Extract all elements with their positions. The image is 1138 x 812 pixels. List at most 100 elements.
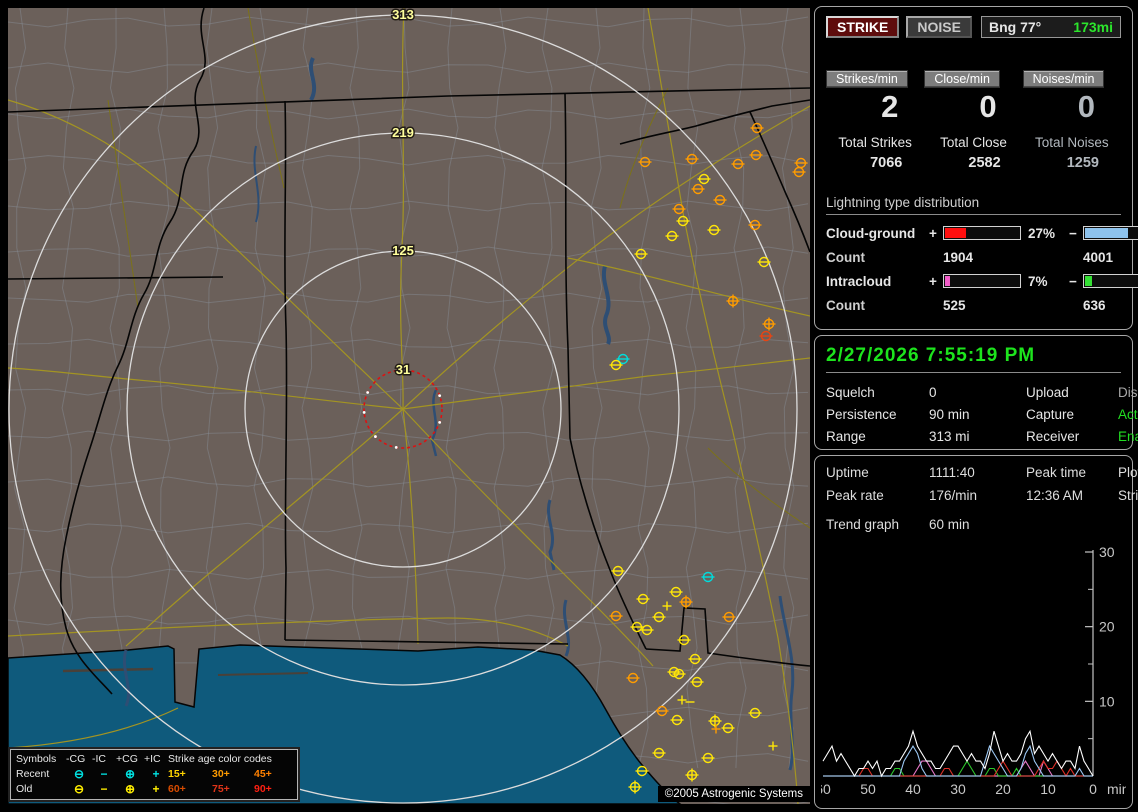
cloud-ground-label: Cloud-ground (826, 225, 916, 241)
plus-sign: + (929, 225, 937, 241)
close-per-min-counter: Close/min 0 Total Close 2582 (924, 70, 1022, 171)
range-label: Range (826, 429, 866, 444)
trend-series-close-strikes (823, 744, 1093, 777)
uptime-stats-grid: Uptime 1111:40 Peak time Plot Peak rate … (826, 465, 1138, 503)
legend-row-label: Recent (16, 768, 50, 780)
copyright-text: ©2005 Astrogenic Systems (657, 786, 810, 802)
ic-count-label: Count (826, 297, 865, 313)
y-tick-30: 30 (1099, 546, 1115, 560)
noise-mode-button[interactable]: NOISE (906, 16, 972, 38)
lightning-map[interactable]: 313 219 125 31 Symbols -CG -IC +CG +IC Stri… (8, 8, 810, 804)
legend-symbol-negcg: ⊖ (73, 767, 85, 781)
legend-symbol-poscg: ⊕ (124, 767, 136, 781)
x-axis-unit: min (1107, 781, 1126, 797)
app-window: 313 219 125 31 Symbols -CG -IC +CG +IC Stri… (0, 0, 1138, 812)
noises-per-min-chip: Noises/min (1022, 70, 1105, 88)
legend-col-pos-cg: +CG (116, 753, 138, 765)
x-tick-10: 10 (1040, 781, 1056, 797)
age-code-60: 60+ (168, 783, 186, 795)
total-strikes-label: Total Strikes (838, 134, 912, 150)
settings-grid: Squelch 0 Upload Disabled Persistence 90… (826, 385, 1138, 444)
receiver-label: Receiver (1026, 429, 1080, 444)
bearing-distance: 173mi (1073, 19, 1113, 35)
ic-positive-bar (943, 274, 1021, 289)
datetime-settings-box: 2/27/2026 7:55:19 PM Squelch 0 Upload Di… (814, 335, 1138, 450)
noises-per-min-counter: Noises/min 0 Total Noises 1259 (1022, 70, 1121, 171)
legend-header-row: Symbols -CG -IC +CG +IC Strike age color… (16, 752, 292, 767)
bearing-value: Bng 77° (989, 19, 1042, 35)
cg-negative-bar (1083, 226, 1138, 241)
plot-mode-value: Strike (1118, 488, 1138, 503)
uptime-value: 1111:40 (929, 465, 975, 480)
trend-graph-row: Trend graph 60 min (826, 517, 1121, 532)
trend-box: Uptime 1111:40 Peak time Plot Peak rate … (814, 455, 1138, 809)
map-canvas: 313 219 125 31 (8, 8, 810, 804)
cg-positive-pct: 27% (1028, 225, 1056, 241)
legend-symbol-posic: + (152, 782, 160, 796)
total-noises-value: 1259 (1066, 154, 1099, 171)
x-tick-20: 20 (995, 781, 1011, 797)
persistence-label: Persistence (826, 407, 897, 422)
total-close-value: 2582 (968, 154, 1001, 171)
age-code-75: 75+ (212, 783, 230, 795)
cg-positive-count: 1904 (943, 249, 974, 265)
trend-graph-window: 60 min (929, 517, 970, 532)
x-tick-50: 50 (860, 781, 876, 797)
squelch-label: Squelch (826, 385, 875, 400)
x-tick-40: 40 (905, 781, 921, 797)
strikes-per-min-counter: Strikes/min 2 Total Strikes 7066 (826, 70, 924, 171)
legend-symbol-poscg: ⊕ (124, 782, 136, 796)
plot-label: Plot (1118, 465, 1138, 480)
total-close-label: Total Close (940, 134, 1007, 150)
legend-col-neg-ic: -IC (92, 753, 106, 765)
age-code-90: 90+ (254, 783, 272, 795)
ring-label-125: 125 (392, 243, 414, 258)
total-strikes-value: 7066 (870, 154, 903, 171)
x-tick-30: 30 (950, 781, 966, 797)
peak-time-value: 12:36 AM (1026, 488, 1084, 503)
legend-symbol-negic: − (100, 767, 108, 781)
age-code-45: 45+ (254, 768, 272, 780)
trend-graph-label: Trend graph (826, 517, 900, 532)
x-tick-0: 0 (1089, 781, 1097, 797)
legend-row-recent: Recent ⊖ − ⊕ +15+ 30+ 45+ (16, 767, 292, 782)
current-datetime: 2/27/2026 7:55:19 PM (826, 345, 1121, 373)
bearing-indicator: Bng 77° 173mi (981, 16, 1121, 38)
strike-mode-button[interactable]: STRIKE (826, 16, 900, 38)
close-per-min-chip: Close/min (924, 70, 1000, 88)
distribution-grid: Cloud-ground + 27% − 57% Count 1904 4001… (826, 225, 1138, 313)
upload-status: Disabled (1118, 385, 1138, 400)
capture-status: Active (1118, 407, 1138, 422)
legend-col-neg-cg: -CG (66, 753, 86, 765)
minus-sign: − (1069, 273, 1077, 289)
y-tick-20: 20 (1099, 619, 1115, 635)
plus-sign: + (929, 273, 937, 289)
strikes-per-min-chip: Strikes/min (826, 70, 908, 88)
legend-row-label: Old (16, 783, 33, 795)
age-code-15: 15+ (168, 768, 186, 780)
symbols-legend: Symbols -CG -IC +CG +IC Strike age color… (10, 749, 298, 800)
y-tick-10: 10 (1099, 693, 1115, 709)
intracloud-label: Intracloud (826, 273, 892, 289)
status-panel: STRIKE NOISE Bng 77° 173mi Strikes/min 2… (814, 6, 1138, 812)
squelch-value: 0 (929, 385, 937, 400)
legend-symbols-header: Symbols (16, 753, 57, 765)
lightning-distribution: Lightning type distribution Cloud-ground… (826, 195, 1138, 313)
legend-col-pos-ic: +IC (144, 753, 161, 765)
close-per-min-value: 0 (979, 89, 997, 124)
mode-toggle-row: STRIKE NOISE Bng 77° 173mi (826, 16, 1121, 38)
noises-per-min-value: 0 (1077, 89, 1095, 124)
strike-stats-box: STRIKE NOISE Bng 77° 173mi Strikes/min 2… (814, 6, 1138, 330)
legend-symbol-negcg: ⊖ (73, 782, 85, 796)
minus-sign: − (1069, 225, 1077, 241)
capture-label: Capture (1026, 407, 1075, 422)
range-value: 313 mi (929, 429, 970, 444)
ring-label-313: 313 (392, 8, 414, 22)
peak-time-label: Peak time (1026, 465, 1087, 480)
ring-label-31: 31 (396, 362, 410, 377)
trend-graph: 30 20 10 60 50 40 30 20 10 0 min (821, 546, 1126, 797)
legend-symbol-posic: + (152, 767, 160, 781)
total-noises-label: Total Noises (1035, 134, 1109, 150)
ic-negative-bar (1083, 274, 1138, 289)
upload-label: Upload (1026, 385, 1069, 400)
